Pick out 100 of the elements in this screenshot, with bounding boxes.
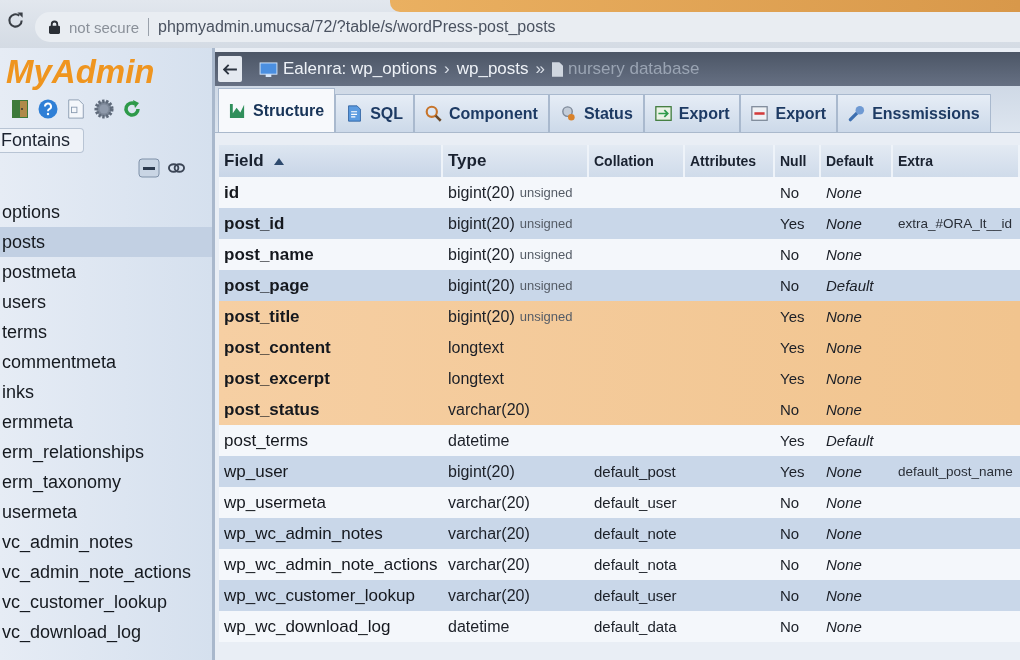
export-icon (751, 105, 769, 122)
sidebar-item[interactable]: options (0, 197, 212, 227)
table-cell: default_user (594, 494, 677, 511)
sidebar-item[interactable]: vc_admin_note_actions (0, 557, 212, 587)
table-row[interactable]: post_name bigint(20) unsigned No None (219, 239, 1020, 270)
table-row[interactable]: wp_wc_customer_lookup varchar(20) default_user No None (219, 580, 1020, 611)
tab[interactable]: SQL (335, 94, 414, 132)
sidebar-item[interactable]: ermmeta (0, 407, 212, 437)
table-cell: No (780, 184, 800, 201)
table-row[interactable]: post_page bigint(20) unsigned No Default (219, 270, 1020, 301)
table-row[interactable]: wp_wc_admin_note_actions varchar(20) default_nota No None (219, 549, 1020, 580)
sidebar-item[interactable]: terms (0, 317, 212, 347)
tab[interactable]: Structure (218, 88, 336, 132)
table-cell: varchar(20) (448, 524, 530, 543)
table-cell: post_id (224, 213, 285, 234)
table-cell: varchar(20) (448, 555, 530, 574)
table-cell: None (826, 463, 862, 480)
tab[interactable]: Status (548, 94, 644, 132)
table-cell: post_title (224, 306, 300, 327)
table-row[interactable]: wp_wc_download_log datetime default_data No None (219, 611, 1020, 642)
sidebar-item[interactable]: commentmeta (0, 347, 212, 377)
table-cell: post_content (224, 337, 331, 358)
table-cell: None (826, 401, 862, 418)
table-cell: Default (826, 277, 874, 294)
sidebar-item[interactable]: inks (0, 377, 212, 407)
table-cell: None (826, 370, 862, 387)
sidebar-item[interactable]: vc_download_log (0, 617, 212, 647)
link-icon[interactable] (168, 163, 185, 173)
table-cell: bigint(20) (448, 183, 515, 202)
table-cell: No (780, 556, 800, 573)
sidebar-item[interactable]: vc_admin_notes (0, 527, 212, 557)
type-attribute: unsigned (519, 278, 573, 293)
table-cell: No (780, 246, 800, 263)
help-icon[interactable] (38, 99, 58, 119)
table-cell: None (826, 308, 862, 325)
table-cell: default_post_name (898, 464, 1013, 479)
type-attribute: unsigned (519, 185, 573, 200)
sidebar-item[interactable]: erm_relationships (0, 437, 212, 467)
tab[interactable]: Export (740, 94, 838, 132)
sidebar-item[interactable]: usermeta (0, 497, 212, 527)
window-icon (259, 61, 278, 77)
sidebar-item[interactable]: erm_taxonomy (0, 467, 212, 497)
table-row[interactable]: post_title bigint(20) unsigned Yes None (219, 301, 1020, 332)
sidebar-item[interactable]: users (0, 287, 212, 317)
table-row[interactable]: post_status varchar(20) No None (219, 394, 1020, 425)
table-row[interactable]: wp_usermeta varchar(20) default_user No None (219, 487, 1020, 518)
table-cell: No (780, 587, 800, 604)
table-row[interactable]: wp_wc_admin_notes varchar(20) default_note No None (219, 518, 1020, 549)
table-cell: varchar(20) (448, 493, 530, 512)
breadcrumb-link[interactable]: Ealenra: wp_options (259, 59, 438, 79)
table-cell: None (826, 494, 862, 511)
filter-field[interactable]: Fontains (0, 128, 84, 153)
tab[interactable]: Export (643, 94, 741, 132)
tab[interactable]: Component (414, 94, 549, 132)
address-bar[interactable]: not secure phpmyadmin.umucsa/72/?table/s/wordPress-post_posts (35, 12, 1020, 42)
type-attribute: unsigned (519, 216, 573, 231)
table-cell: Default (826, 432, 874, 449)
settings-icon[interactable] (94, 99, 114, 119)
table-cell: None (826, 556, 862, 573)
table-cell: wp_wc_download_log (224, 616, 391, 637)
table-cell: bigint(20) (448, 276, 515, 295)
table-cell: extra_#ORA_lt__id (898, 216, 1013, 231)
sidebar-item[interactable]: postmeta (0, 257, 212, 287)
table-cell: bigint(20) (448, 214, 515, 233)
table-cell: None (826, 246, 862, 263)
table-cell: None (826, 215, 862, 232)
collapse-icon[interactable] (138, 158, 160, 178)
tab[interactable]: Enssmissions (837, 94, 991, 132)
table-cell: None (826, 184, 862, 201)
table-cell: default_user (594, 587, 677, 604)
table-cell: post_status (224, 399, 320, 420)
table-cell: default_nota (594, 556, 677, 573)
table-cell: longtext (448, 338, 505, 357)
table-row[interactable]: post_terms datetime Yes Default (219, 425, 1020, 456)
table-cell: wp_wc_admin_notes (224, 523, 383, 544)
sidebar-item[interactable]: vc_customer_lookup (0, 587, 212, 617)
table-row[interactable]: id bigint(20) unsigned No None (219, 177, 1020, 208)
breadcrumb-separator: » (535, 59, 545, 79)
table-cell: None (826, 339, 862, 356)
table-cell: wp_wc_customer_lookup (224, 585, 415, 606)
column-header[interactable]: Field (219, 145, 443, 177)
table-cell: default_note (594, 525, 677, 542)
table-cell: post_page (224, 275, 310, 296)
table-cell: varchar(20) (448, 586, 530, 605)
table-row[interactable]: post_content longtext Yes None (219, 332, 1020, 363)
table-row[interactable]: post_id bigint(20) unsigned Yes None extra_#ORA_lt__id (219, 208, 1020, 239)
export-icon (654, 105, 672, 122)
table-row[interactable]: post_excerpt longtext Yes None (219, 363, 1020, 394)
document-icon (346, 105, 364, 122)
back-button[interactable] (218, 56, 242, 82)
table-row[interactable]: wp_user bigint(20) default_post Yes None default_post_name (219, 456, 1020, 487)
reload-icon[interactable] (6, 11, 25, 30)
table-cell: post_terms (224, 430, 309, 451)
breadcrumb-link[interactable]: wp_posts (456, 59, 529, 79)
table-cell: Yes (780, 308, 805, 325)
table-cell: longtext (448, 369, 505, 388)
sidebar-item[interactable]: posts (0, 227, 212, 257)
table-cell: No (780, 401, 800, 418)
door-icon[interactable] (10, 99, 30, 119)
document-icon (552, 61, 563, 77)
